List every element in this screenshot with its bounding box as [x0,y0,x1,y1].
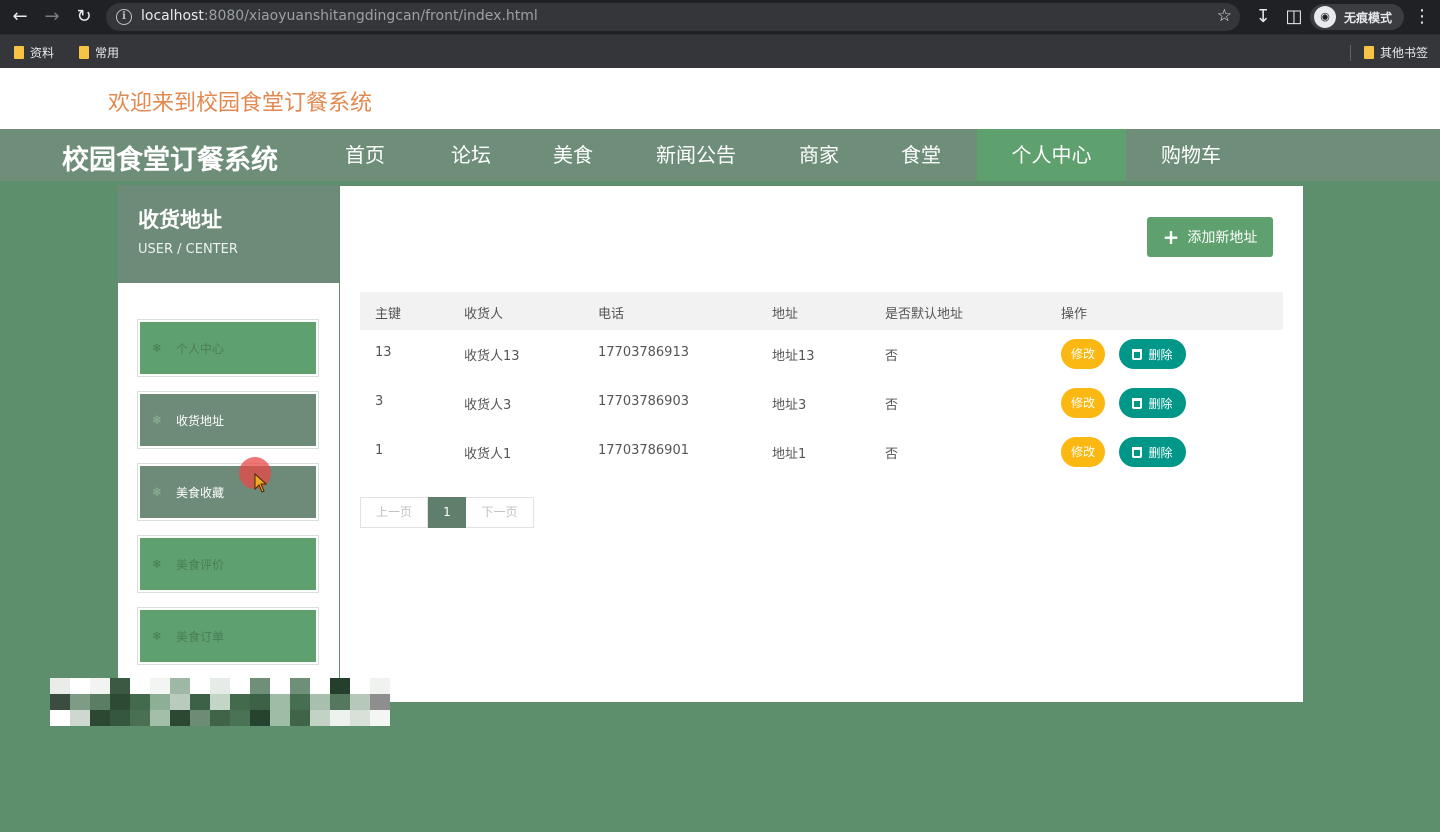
sidebar-item-address[interactable]: ❄ 收货地址 [137,391,319,449]
forward-icon[interactable]: → [40,5,64,29]
pagination: 上一页 1 下一页 [360,497,534,528]
sidebar-item-profile[interactable]: ❄ 个人中心 [137,319,319,377]
add-address-button[interactable]: + 添加新地址 [1147,217,1273,257]
download-icon[interactable]: ↧ [1251,5,1275,29]
delete-button[interactable]: 删除 [1119,388,1186,418]
sidebar-item-reviews[interactable]: ❄ 美食评价 [137,535,319,593]
sidebar-item-label: 美食评价 [176,557,225,572]
delete-label: 删除 [1148,347,1173,362]
user-sidebar: 收货地址 USER / CENTER ❄ 个人中心 ❄ 收货地址 ❄ 美食收藏 … [118,185,339,690]
bookmark-label: 常用 [95,45,120,60]
snowflake-icon: ❄ [152,341,163,355]
side-panel-icon[interactable]: ◫ [1282,5,1306,29]
table-row: 3 收货人3 17703786903 地址3 否 修改 删除 [360,379,1283,427]
bookmark-folder[interactable]: 常用 [79,44,119,60]
nav-user-center[interactable]: 个人中心 [977,129,1126,181]
reload-icon[interactable]: ↻ [72,5,96,29]
bookmark-folder[interactable]: 资料 [14,44,54,60]
address-bar[interactable]: i localhost:8080/xiaoyuanshitangdingcan/… [106,3,1240,31]
sidebar-item-label: 收货地址 [176,413,225,428]
table-row: 13 收货人13 17703786913 地址13 否 修改 删除 [360,330,1283,378]
back-icon[interactable]: ← [8,5,32,29]
url-text: localhost:8080/xiaoyuanshitangdingcan/fr… [141,8,538,24]
folder-icon [14,45,24,59]
table-row: 1 收货人1 17703786901 地址1 否 修改 删除 [360,428,1283,476]
nav-cart[interactable]: 购物车 [1146,129,1236,181]
folder-icon [1364,45,1374,59]
brand-title: 校园食堂订餐系统 [62,145,278,176]
main-nav: 校园食堂订餐系统 首页 论坛 美食 新闻公告 商家 食堂 个人中心 购物车 [0,129,1440,181]
other-bookmarks[interactable]: 其他书签 [1364,44,1428,60]
trash-icon [1132,397,1143,409]
nav-forum[interactable]: 论坛 [436,129,506,181]
incognito-badge[interactable]: ◉ 无痕模式 [1310,4,1404,30]
snowflake-icon: ❄ [152,629,163,643]
site-header: 欢迎来到校园食堂订餐系统 [0,68,1440,129]
incognito-label: 无痕模式 [1344,11,1393,25]
next-page-button[interactable]: 下一页 [466,497,534,528]
sidebar-subtitle: USER / CENTER [138,242,238,257]
menu-dots-icon[interactable]: ⋮ [1410,5,1434,29]
edit-button[interactable]: 修改 [1061,437,1105,467]
delete-button[interactable]: 删除 [1119,339,1186,369]
edit-button[interactable]: 修改 [1061,339,1105,369]
sidebar-item-label: 美食收藏 [176,485,225,500]
delete-label: 删除 [1148,445,1173,460]
cursor-arrow-icon [254,473,268,493]
page-number-button[interactable]: 1 [428,497,466,528]
welcome-text: 欢迎来到校园食堂订餐系统 [108,91,373,116]
table-header: 主键 收货人 电话 地址 是否默认地址 操作 [360,292,1283,330]
column-header: 电话 [598,307,625,322]
sidebar-header: 收货地址 USER / CENTER [118,185,339,283]
address-panel: + 添加新地址 主键 收货人 电话 地址 是否默认地址 操作 13 收货人13 … [340,186,1303,702]
bookmark-star-icon[interactable]: ☆ [1217,6,1232,26]
prev-page-button[interactable]: 上一页 [360,497,428,528]
folder-icon [79,45,89,59]
nav-home[interactable]: 首页 [330,129,400,181]
delete-label: 删除 [1148,396,1173,411]
nav-food[interactable]: 美食 [538,129,608,181]
delete-button[interactable]: 删除 [1119,437,1186,467]
info-icon[interactable]: i [116,9,132,25]
trash-icon [1132,348,1143,360]
column-header: 收货人 [464,307,504,322]
bookmark-label: 其他书签 [1380,45,1429,60]
sidebar-item-label: 美食订单 [176,629,225,644]
add-address-label: 添加新地址 [1187,230,1258,246]
nav-canteen[interactable]: 食堂 [886,129,956,181]
column-header: 主键 [375,307,402,322]
browser-toolbar: ← → ↻ i localhost:8080/xiaoyuanshitangdi… [0,0,1440,34]
bookmarks-bar: 资料 常用 其他书签 [0,34,1440,68]
column-header: 是否默认地址 [885,307,964,322]
column-header: 操作 [1061,307,1088,322]
snowflake-icon: ❄ [152,485,163,499]
bookmark-label: 资料 [30,45,55,60]
column-header: 地址 [772,307,799,322]
edit-button[interactable]: 修改 [1061,388,1105,418]
sidebar-title: 收货地址 [138,208,222,232]
sidebar-item-favorites[interactable]: ❄ 美食收藏 [137,463,319,521]
mosaic-watermark [50,678,390,726]
snowflake-icon: ❄ [152,413,163,427]
trash-icon [1132,446,1143,458]
sidebar-item-orders[interactable]: ❄ 美食订单 [137,607,319,665]
nav-news[interactable]: 新闻公告 [645,129,747,181]
bookmark-separator [1350,45,1351,61]
plus-icon: + [1162,225,1180,249]
nav-merchant[interactable]: 商家 [784,129,854,181]
sidebar-item-label: 个人中心 [176,341,225,356]
snowflake-icon: ❄ [152,557,163,571]
incognito-icon: ◉ [1314,6,1336,28]
